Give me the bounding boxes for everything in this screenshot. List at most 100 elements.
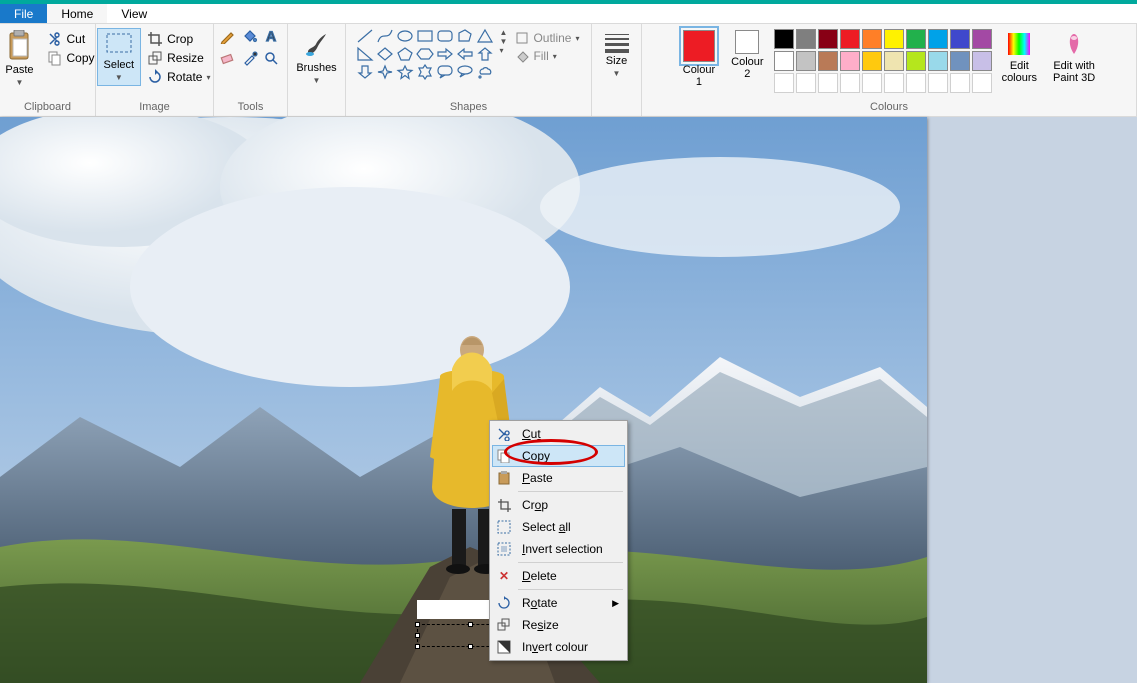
ctx-delete[interactable]: ✕ Delete [492,565,625,587]
palette-colour[interactable] [862,51,882,71]
colour1-button[interactable]: Colour 1 [677,28,721,90]
palette-empty[interactable] [796,73,816,93]
bucket-tool[interactable] [241,28,259,44]
shape-diamond[interactable] [376,46,394,62]
group-brushes: Brushes▼ [288,24,346,116]
palette-empty[interactable] [862,73,882,93]
shape-oval[interactable] [396,28,414,44]
tab-view[interactable]: View [107,4,161,23]
ctx-resize[interactable]: Resize [492,614,625,636]
select-button[interactable]: Select▼ [97,28,142,86]
tab-home[interactable]: Home [47,4,107,23]
palette-colour[interactable] [774,29,794,49]
magnifier-tool[interactable] [263,50,281,66]
shape-callout-oval[interactable] [456,64,474,80]
palette-colour[interactable] [950,51,970,71]
shape-right-triangle[interactable] [356,46,374,62]
ctx-crop[interactable]: Crop [492,494,625,516]
palette-colour[interactable] [840,51,860,71]
copy-button[interactable]: Copy [45,49,97,67]
shape-star6[interactable] [416,64,434,80]
canvas[interactable] [0,117,927,683]
palette-empty[interactable] [950,73,970,93]
shape-callout-cloud[interactable] [476,64,494,80]
palette-colour[interactable] [884,51,904,71]
ctx-select-all[interactable]: Select all [492,516,625,538]
palette-colour[interactable] [862,29,882,49]
shape-callout-rnd[interactable] [436,64,454,80]
brushes-button[interactable]: Brushes▼ [290,28,342,88]
tab-file[interactable]: File [0,4,47,23]
shape-arrow-down[interactable] [356,64,374,80]
palette-empty[interactable] [774,73,794,93]
picker-tool[interactable] [241,50,259,66]
group-tools: A Tools [214,24,288,116]
ctx-invert-selection[interactable]: Invert selection [492,538,625,560]
palette-colour[interactable] [774,51,794,71]
eraser-tool[interactable] [219,50,237,66]
crop-button[interactable]: Crop [145,30,212,48]
palette-colour[interactable] [884,29,904,49]
palette-empty[interactable] [906,73,926,93]
ctx-invert-colour[interactable]: Invert colour [492,636,625,658]
ctx-copy[interactable]: Copy [492,445,625,467]
palette-colour[interactable] [840,29,860,49]
size-button[interactable]: Size▼ [596,28,638,81]
palette-colour[interactable] [906,29,926,49]
colour2-button[interactable]: Colour 2 [725,28,769,82]
palette-colour[interactable] [818,51,838,71]
submenu-arrow-icon: ▶ [612,598,619,609]
ctx-cut[interactable]: Cut [492,423,625,445]
shape-triangle[interactable] [476,28,494,44]
outline-label: Outline [533,31,571,45]
shape-arrow-up[interactable] [476,46,494,62]
palette-colour[interactable] [928,29,948,49]
shape-curve[interactable] [376,28,394,44]
palette-colour[interactable] [906,51,926,71]
pencil-tool[interactable] [219,28,237,44]
shapes-scroll-up[interactable]: ▲ [500,28,508,37]
shapes-expand[interactable]: ▾ [500,46,508,55]
cut-button[interactable]: Cut [45,30,97,48]
palette-empty[interactable] [972,73,992,93]
outline-button[interactable]: Outline ▾ [513,30,581,46]
paste-button[interactable]: Paste▼ [0,28,41,90]
resize-icon [147,50,163,66]
chevron-down-icon: ▼ [16,78,24,87]
paint3d-button[interactable]: Edit with Paint 3D [1047,28,1101,86]
palette-colour[interactable] [796,51,816,71]
palette-empty[interactable] [884,73,904,93]
shape-line[interactable] [356,28,374,44]
shape-rect[interactable] [416,28,434,44]
palette-empty[interactable] [928,73,948,93]
palette-colour[interactable] [796,29,816,49]
shape-hexagon[interactable] [416,46,434,62]
shape-arrow-left[interactable] [456,46,474,62]
ctx-paste[interactable]: Paste [492,467,625,489]
rotate-label: Rotate [167,70,202,84]
palette-colour[interactable] [972,29,992,49]
shape-roundrect[interactable] [436,28,454,44]
palette-colour[interactable] [818,29,838,49]
palette-colour[interactable] [928,51,948,71]
palette-colour[interactable] [972,51,992,71]
palette-empty[interactable] [840,73,860,93]
chevron-down-icon: ▾ [206,73,210,82]
resize-button[interactable]: Resize [145,49,212,67]
shapes-gallery[interactable] [356,28,494,80]
text-tool[interactable]: A [263,28,281,44]
shape-polygon[interactable] [456,28,474,44]
palette-colour[interactable] [950,29,970,49]
shape-arrow-right[interactable] [436,46,454,62]
rotate-button[interactable]: Rotate ▾ [145,68,212,86]
palette-empty[interactable] [818,73,838,93]
shape-pentagon[interactable] [396,46,414,62]
shape-star5[interactable] [396,64,414,80]
ctx-selectall-label: Select all [522,520,571,534]
edit-colours-button[interactable]: Edit colours [996,28,1043,86]
paste-icon [7,30,33,62]
fill-button[interactable]: Fill ▾ [513,48,581,64]
shapes-scroll-down[interactable]: ▼ [500,37,508,46]
shape-star4[interactable] [376,64,394,80]
ctx-rotate[interactable]: Rotate ▶ [492,592,625,614]
